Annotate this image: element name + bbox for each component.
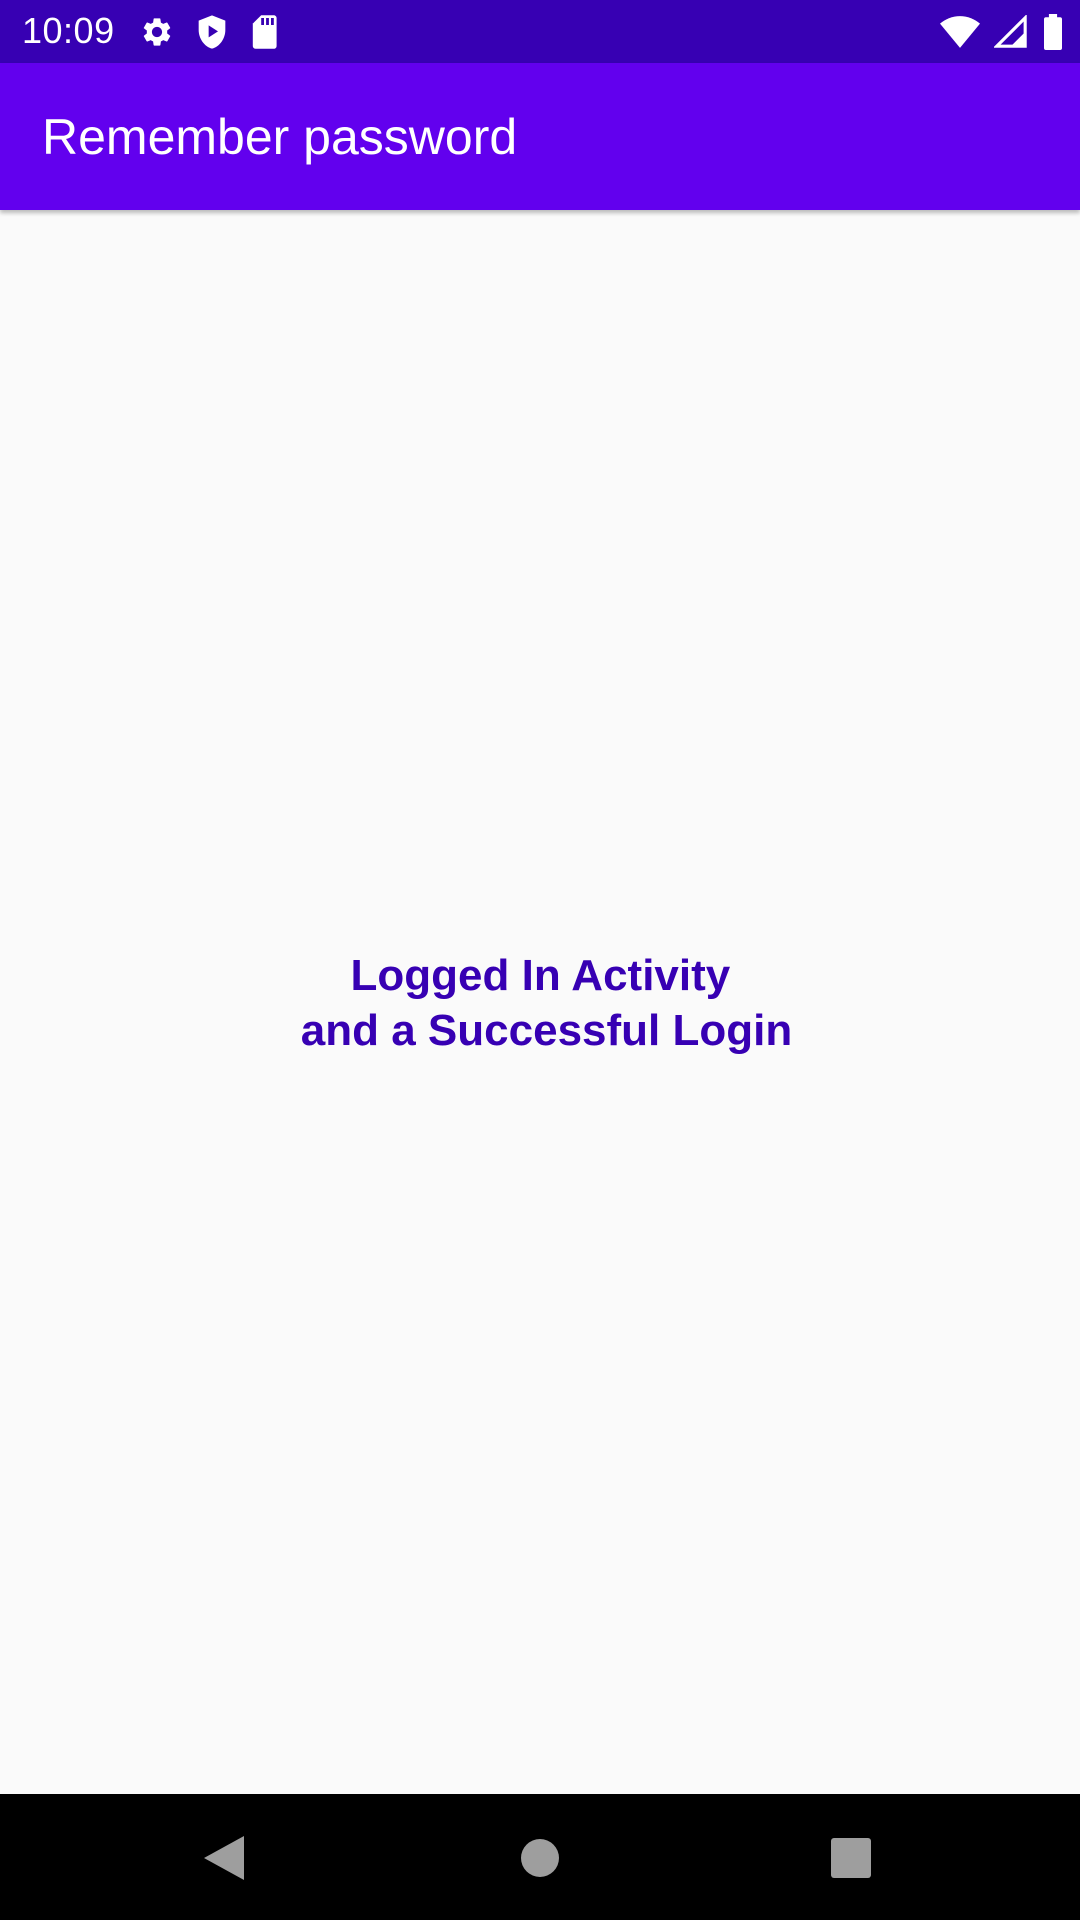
status-time: 10:09: [22, 10, 115, 51]
wifi-icon: [940, 16, 980, 48]
status-system-icons: [940, 12, 1064, 52]
app-bar: Remember password: [0, 63, 1080, 210]
home-icon: [521, 1839, 559, 1877]
recents-icon: [831, 1838, 871, 1878]
recents-button[interactable]: [819, 1826, 883, 1890]
login-success-message: Logged In Activity and a Successful Logi…: [300, 951, 793, 1055]
home-button[interactable]: [508, 1826, 572, 1890]
navigation-bar: [0, 1794, 1080, 1920]
app-title: Remember password: [42, 109, 518, 165]
back-icon: [204, 1836, 244, 1880]
shield-play-icon: [196, 14, 228, 50]
status-notification-icons: [140, 12, 278, 52]
battery-icon: [1042, 14, 1064, 50]
back-button[interactable]: [192, 1826, 256, 1890]
screen: 10:09 Remember password Logged In Activi…: [0, 0, 1080, 1920]
status-bar: 10:09: [0, 0, 1080, 63]
sd-card-icon: [250, 15, 278, 49]
cell-signal-icon: [994, 15, 1028, 49]
main-content: Logged In Activity and a Successful Logi…: [0, 210, 1080, 1794]
gear-icon: [140, 15, 174, 49]
